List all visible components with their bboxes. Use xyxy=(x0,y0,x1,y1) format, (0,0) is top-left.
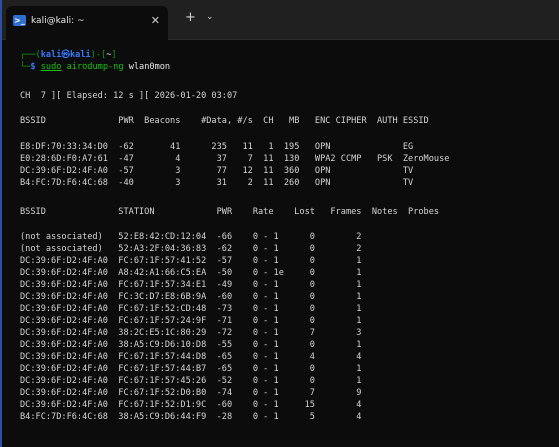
title-bar: >_ kali@kali: ~ ✕ + ⌄ xyxy=(2,0,559,40)
ap-row: E8:DF:70:33:34:D0 -62 41 235 11 1 195 OP… xyxy=(20,142,414,152)
prompt-dollar: $ xyxy=(30,62,41,72)
station-row: DC:39:6F:D2:4F:A0 FC:67:1F:52:D0:B0 -74 … xyxy=(20,388,362,398)
close-icon[interactable]: ✕ xyxy=(151,14,160,27)
station-row: DC:39:6F:D2:4F:A0 FC:67:1F:57:45:26 -52 … xyxy=(20,376,362,386)
station-row: DC:39:6F:D2:4F:A0 FC:3C:D7:E8:6B:9A -60 … xyxy=(20,292,362,302)
station-row: DC:39:6F:D2:4F:A0 FC:67:1F:57:24:9F -71 … xyxy=(20,316,362,326)
terminal-icon: >_ xyxy=(13,15,26,26)
station-table-header: BSSID STATION PWR Rate Lost Frames Notes… xyxy=(20,207,440,217)
command-name: airodump-ng xyxy=(66,62,124,72)
prompt-line-1: ┌──(kali㉿kali)-[~] xyxy=(20,50,117,61)
station-row: DC:39:6F:D2:4F:A0 FC:67:1F:52:CD:48 -73 … xyxy=(20,304,362,314)
prompt-prefix: ┌──( xyxy=(20,50,41,60)
status-line: CH 7 ][ Elapsed: 12 s ][ 2026-01-20 03:0… xyxy=(20,91,238,101)
station-row: DC:39:6F:D2:4F:A0 FC:67:1F:57:41:52 -57 … xyxy=(20,256,362,266)
tab-title: kali@kali: ~ xyxy=(31,16,85,26)
new-tab-button[interactable]: + xyxy=(185,10,196,25)
station-row: DC:39:6F:D2:4F:A0 FC:67:1F:57:44:B7 -65 … xyxy=(20,364,362,374)
ap-row: DC:39:6F:D2:4F:A0 -57 3 77 12 11 360 OPN… xyxy=(20,166,414,176)
ap-table-header: BSSID PWR Beacons #Data, #/s CH MB ENC C… xyxy=(20,116,429,126)
station-row: DC:39:6F:D2:4F:A0 FC:67:1F:57:44:D8 -65 … xyxy=(20,352,362,362)
command-args: wlan0mon xyxy=(123,62,171,72)
station-row: DC:39:6F:D2:4F:A0 38:2C:E5:1C:80:29 -72 … xyxy=(20,328,362,338)
terminal-output[interactable]: ┌──(kali㉿kali)-[~] └─$ sudo airodump-ng … xyxy=(0,40,559,447)
station-row: DC:39:6F:D2:4F:A0 A8:42:A1:66:C5:EA -50 … xyxy=(20,268,362,278)
chevron-down-icon[interactable]: ⌄ xyxy=(206,12,214,22)
station-row: (not associated) 52:A3:2F:04:36:83 -62 0… xyxy=(20,244,362,254)
station-row: DC:39:6F:D2:4F:A0 38:A5:C9:D6:10:D8 -55 … xyxy=(20,340,362,350)
command-sudo: sudo xyxy=(40,62,62,72)
station-row: (not associated) 52:E8:42:CD:12:04 -66 0… xyxy=(20,232,362,242)
terminal-tab[interactable]: >_ kali@kali: ~ ✕ xyxy=(6,6,168,40)
prompt-line-2: └─$ sudo airodump-ng wlan0mon xyxy=(20,62,170,73)
prompt-bracket: )-[ xyxy=(90,50,107,60)
prompt-bracket-close: ] xyxy=(111,50,117,60)
prompt-corner: └─ xyxy=(20,62,31,72)
station-row: B4:FC:7D:F6:4C:68 38:A5:C9:D6:44:F9 -28 … xyxy=(20,412,362,422)
ap-row: B4:FC:7D:F6:4C:68 -40 3 31 2 11 260 OPN … xyxy=(20,178,414,188)
ap-row: E0:28:6D:F0:A7:61 -47 4 37 7 11 130 WPA2… xyxy=(20,154,450,164)
prompt-user-host: kali㉿kali xyxy=(40,50,91,60)
station-row: DC:39:6F:D2:4F:A0 FC:67:1F:57:34:E1 -49 … xyxy=(20,280,362,290)
station-row: DC:39:6F:D2:4F:A0 FC:67:1F:52:D1:9C -60 … xyxy=(20,400,362,410)
